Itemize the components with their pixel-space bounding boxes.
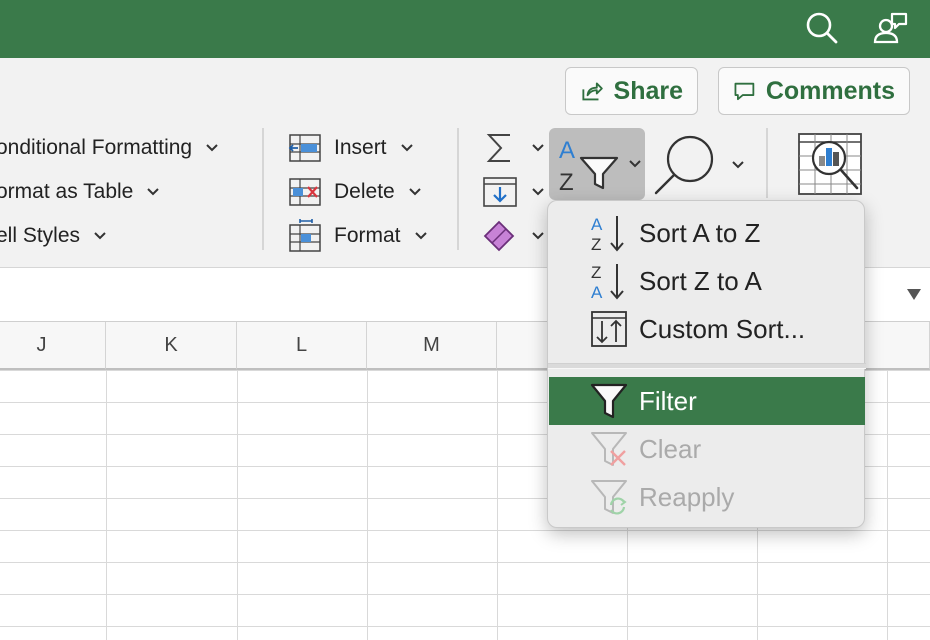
gridline xyxy=(237,370,238,640)
svg-text:Z: Z xyxy=(559,169,574,196)
menu-item-label: Sort A to Z xyxy=(639,217,761,248)
custom-sort-icon xyxy=(589,309,629,349)
gridline xyxy=(367,370,368,640)
gridline xyxy=(887,370,888,640)
column-header-label: J xyxy=(36,333,47,356)
conditional-formatting-label: onditional Formatting xyxy=(0,136,193,159)
svg-text:A: A xyxy=(591,215,603,234)
chevron-down-icon xyxy=(413,228,429,244)
chevron-down-icon xyxy=(145,184,161,200)
menu-item-reapply[interactable]: Reapply xyxy=(549,473,865,521)
format-as-table-button[interactable]: ormat as Table xyxy=(0,174,161,210)
analyze-data-button[interactable] xyxy=(797,130,867,200)
search-icon[interactable] xyxy=(802,8,842,48)
menu-item-label: Custom Sort... xyxy=(639,313,806,344)
share-label: Share xyxy=(613,76,683,105)
format-button[interactable]: Format xyxy=(288,218,429,254)
sort-filter-button[interactable]: A Z xyxy=(549,128,645,200)
share-icon xyxy=(582,82,603,101)
svg-text:A: A xyxy=(559,137,575,164)
comment-icon xyxy=(734,82,755,101)
sort-filter-icon: A Z xyxy=(559,137,619,196)
chevron-down-icon xyxy=(92,228,108,244)
menu-item-filter[interactable]: Filter xyxy=(549,377,865,425)
filter-icon xyxy=(589,381,629,421)
cell-styles-label: ell Styles xyxy=(0,224,81,247)
fill-button[interactable] xyxy=(482,174,546,210)
delete-label: Delete xyxy=(334,180,395,203)
clear-filter-icon xyxy=(589,429,629,469)
format-cells-icon xyxy=(288,219,322,253)
find-magnifier-icon xyxy=(654,135,714,195)
format-as-table-label: ormat as Table xyxy=(0,180,134,203)
column-header-m[interactable]: M xyxy=(367,322,497,370)
title-bar xyxy=(0,0,930,58)
reapply-filter-icon xyxy=(589,477,629,517)
menu-item-label: Filter xyxy=(639,385,697,416)
svg-text:Z: Z xyxy=(591,263,601,282)
format-label: Format xyxy=(334,224,401,247)
formula-bar-expand-icon[interactable] xyxy=(906,286,922,302)
chevron-down-icon xyxy=(627,156,643,172)
people-chat-icon[interactable] xyxy=(870,8,910,48)
chevron-down-icon xyxy=(530,184,546,200)
svg-text:A: A xyxy=(591,283,603,301)
sort-a-to-z-icon: AZ xyxy=(589,213,629,253)
insert-cells-icon xyxy=(288,131,322,165)
menu-item-custom-sort[interactable]: Custom Sort... xyxy=(549,305,865,353)
autosum-icon xyxy=(482,130,518,166)
column-header-label: M xyxy=(423,333,440,356)
sort-z-to-a-icon: ZA xyxy=(589,261,629,301)
menu-item-label: Clear xyxy=(639,433,702,464)
menu-item-label: Reapply xyxy=(639,481,735,512)
column-header-j[interactable]: J xyxy=(0,322,106,370)
clear-eraser-icon xyxy=(482,218,518,254)
conditional-formatting-button[interactable]: onditional Formatting xyxy=(0,130,220,166)
svg-text:Z: Z xyxy=(591,235,601,253)
analyze-data-icon xyxy=(798,133,862,195)
cell-styles-button[interactable]: ell Styles xyxy=(0,218,108,254)
group-divider xyxy=(457,128,459,250)
chevron-down-icon xyxy=(399,140,415,156)
column-header-label: L xyxy=(295,333,308,356)
group-divider xyxy=(262,128,264,250)
chevron-down-icon xyxy=(730,157,746,173)
fill-icon xyxy=(482,174,518,210)
chevron-down-icon xyxy=(204,140,220,156)
column-header-k[interactable]: K xyxy=(106,322,237,370)
menu-item-sort-a-to-z[interactable]: AZ Sort A to Z xyxy=(549,209,865,257)
group-divider xyxy=(766,128,768,198)
menu-item-label: Sort Z to A xyxy=(639,265,762,296)
menu-item-sort-z-to-a[interactable]: ZA Sort Z to A xyxy=(549,257,865,305)
insert-button[interactable]: Insert xyxy=(288,130,415,166)
comments-button[interactable]: Comments xyxy=(718,67,910,115)
delete-cells-icon xyxy=(288,175,322,209)
menu-separator xyxy=(548,363,866,369)
autosum-button[interactable] xyxy=(482,130,546,166)
menu-item-clear[interactable]: Clear xyxy=(549,425,865,473)
share-button[interactable]: Share xyxy=(565,67,698,115)
find-select-button[interactable] xyxy=(652,132,752,198)
clear-button[interactable] xyxy=(482,218,546,254)
gridline xyxy=(106,370,107,640)
chevron-down-icon xyxy=(530,140,546,156)
sort-filter-menu: AZ Sort A to Z ZA Sort Z to A Custom Sor… xyxy=(547,200,866,528)
comments-label: Comments xyxy=(765,76,895,105)
chevron-down-icon xyxy=(530,228,546,244)
delete-button[interactable]: Delete xyxy=(288,174,423,210)
column-header-l[interactable]: L xyxy=(237,322,367,370)
insert-label: Insert xyxy=(334,136,387,159)
gridline xyxy=(497,370,498,640)
column-header-label: K xyxy=(164,333,178,356)
chevron-down-icon xyxy=(407,184,423,200)
